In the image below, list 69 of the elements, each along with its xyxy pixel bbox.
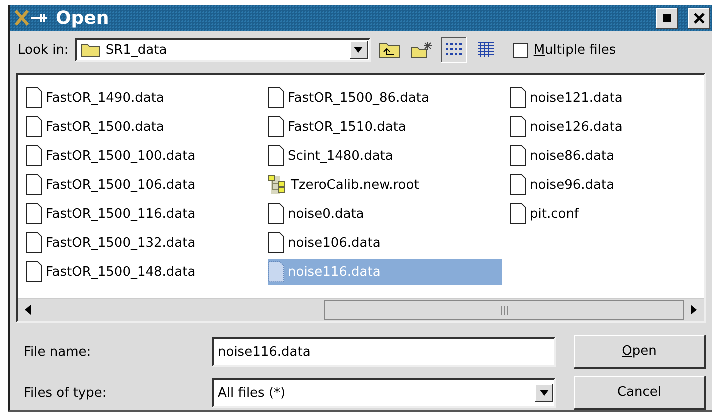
open-button[interactable]: Open <box>574 335 706 369</box>
caret-down-icon <box>354 47 364 54</box>
folder-up-icon <box>378 41 401 60</box>
document-icon <box>268 145 285 168</box>
document-icon <box>26 203 43 226</box>
file-item[interactable]: noise96.data <box>510 172 712 198</box>
file-name-label: File name: <box>24 344 92 360</box>
document-icon <box>268 203 285 226</box>
file-item[interactable]: pit.conf <box>510 201 712 228</box>
multiple-files-label[interactable]: Multiple files <box>534 42 616 58</box>
file-type-value: All files (*) <box>218 386 287 400</box>
file-type-label: Files of type: <box>24 386 108 400</box>
document-icon <box>26 116 43 138</box>
file-item[interactable]: FastOR_1490.data <box>26 85 260 112</box>
file-item[interactable]: FastOR_1510.data <box>268 114 502 140</box>
close-button[interactable] <box>688 8 710 29</box>
document-icon <box>510 145 527 168</box>
app-logo-icon <box>14 9 50 28</box>
close-icon <box>694 12 704 24</box>
document-icon <box>510 116 527 138</box>
file-item[interactable]: FastOR_1500_86.data <box>268 85 502 112</box>
document-icon <box>26 145 43 168</box>
document-icon <box>26 174 43 196</box>
folder-name: SR1_data <box>106 42 168 58</box>
look-in-label: Look in: <box>18 42 69 58</box>
maximize-button[interactable] <box>656 8 678 29</box>
new-folder-icon <box>410 41 433 60</box>
tree-icon <box>268 174 288 196</box>
file-item[interactable]: noise0.data <box>268 201 502 228</box>
cancel-button[interactable]: Cancel <box>574 376 706 410</box>
file-item[interactable]: noise126.data <box>510 114 712 140</box>
look-in-dropdown[interactable]: SR1_data <box>74 38 371 62</box>
document-icon <box>510 174 527 196</box>
detail-view-button[interactable] <box>440 37 467 64</box>
dropdown-button[interactable] <box>535 384 553 402</box>
caret-down-icon <box>540 390 548 396</box>
document-icon <box>26 261 43 284</box>
document-icon <box>510 203 527 226</box>
file-item[interactable]: noise86.data <box>510 143 712 170</box>
horizontal-scrollbar[interactable] <box>18 298 704 321</box>
document-icon <box>268 87 285 110</box>
left-arrow-icon <box>25 305 31 315</box>
file-item[interactable]: TzeroCalib.new.root <box>268 172 502 198</box>
right-arrow-icon <box>691 305 697 315</box>
file-item[interactable]: noise106.data <box>268 230 502 256</box>
file-type-dropdown[interactable]: All files (*) <box>212 378 556 408</box>
file-item[interactable]: FastOR_1500_116.data <box>26 201 260 228</box>
file-name-field[interactable]: noise116.data <box>212 337 556 367</box>
file-item[interactable]: noise121.data <box>510 85 712 112</box>
document-icon <box>268 232 285 254</box>
scroll-thumb[interactable] <box>324 300 684 320</box>
file-item[interactable]: FastOR_1500_100.data <box>26 143 260 170</box>
folder-icon <box>80 42 101 58</box>
file-item[interactable]: FastOR_1500_148.data <box>26 259 260 286</box>
document-icon <box>26 87 43 110</box>
file-item[interactable]: FastOR_1500.data <box>26 114 260 140</box>
grip-icon <box>500 306 508 314</box>
square-icon <box>663 14 671 22</box>
dropdown-button[interactable] <box>350 41 368 60</box>
document-icon <box>510 87 527 110</box>
table-icon <box>476 42 495 58</box>
document-icon <box>26 232 43 254</box>
document-icon <box>268 261 285 284</box>
file-item[interactable]: FastOR_1500_132.data <box>26 230 260 256</box>
file-item[interactable]: Scint_1480.data <box>268 143 502 170</box>
multiple-files-checkbox[interactable] <box>512 42 528 58</box>
file-item[interactable]: FastOR_1500_106.data <box>26 172 260 198</box>
window-title: Open <box>56 8 110 29</box>
document-icon <box>268 116 285 138</box>
